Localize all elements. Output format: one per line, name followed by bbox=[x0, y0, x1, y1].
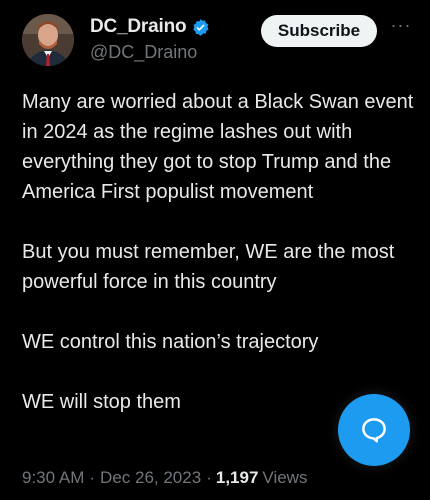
tweet-meta: 9:30 AM · Dec 26, 2023 · 1,197 Views bbox=[22, 468, 307, 488]
tweet-date[interactable]: Dec 26, 2023 bbox=[100, 468, 201, 488]
verified-badge-icon bbox=[191, 18, 210, 37]
avatar[interactable] bbox=[22, 14, 74, 66]
tweet-paragraph: But you must remember, WE are the most p… bbox=[22, 241, 400, 293]
avatar-image bbox=[22, 14, 74, 66]
views-count[interactable]: 1,197 bbox=[216, 468, 259, 488]
meta-separator: · bbox=[206, 468, 212, 487]
name-row: DC_Draino bbox=[90, 16, 210, 38]
tweet-time[interactable]: 9:30 AM bbox=[22, 468, 84, 488]
compose-reply-button[interactable] bbox=[338, 394, 410, 466]
subscribe-button[interactable]: Subscribe bbox=[261, 15, 377, 47]
compose-reply-icon bbox=[362, 418, 386, 443]
tweet-paragraph: Many are worried about a Black Swan even… bbox=[22, 91, 419, 203]
meta-separator: · bbox=[89, 468, 96, 487]
more-options-icon[interactable]: ··· bbox=[388, 16, 414, 42]
tweet-header: DC_Draino @DC_Draino Subscribe ··· bbox=[0, 0, 430, 80]
handle[interactable]: @DC_Draino bbox=[90, 42, 197, 63]
display-name[interactable]: DC_Draino bbox=[90, 16, 187, 38]
tweet-paragraph: WE control this nation’s trajectory bbox=[22, 331, 319, 353]
views-label: Views bbox=[262, 468, 308, 487]
tweet-text: Many are worried about a Black Swan even… bbox=[22, 87, 414, 417]
